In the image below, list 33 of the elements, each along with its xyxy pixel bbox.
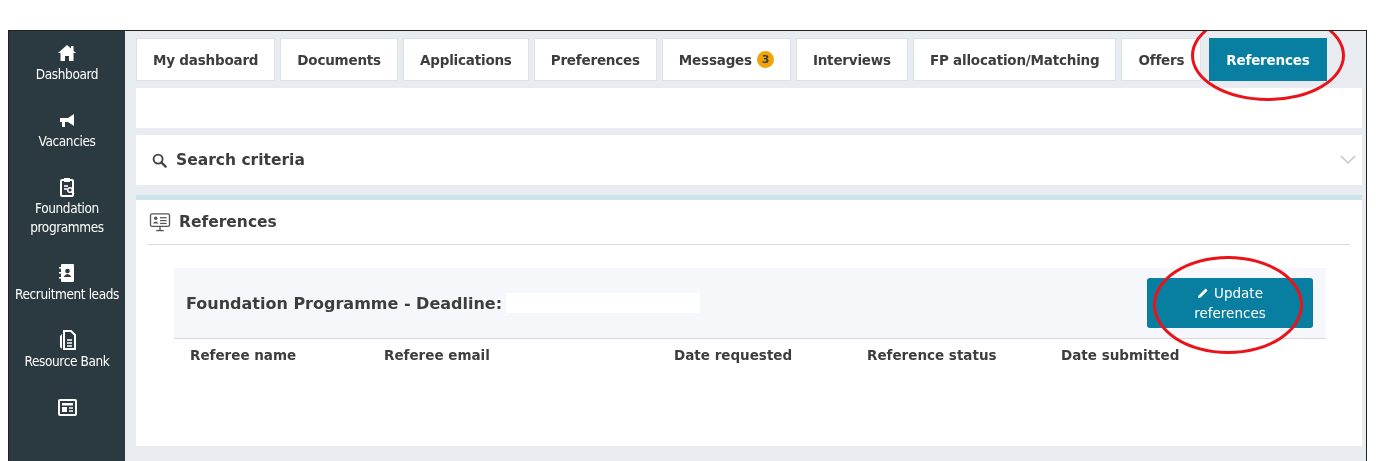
search-panel[interactable]: Search criteria bbox=[136, 135, 1362, 185]
column-header: Date requested bbox=[674, 347, 794, 363]
tab[interactable]: Applications bbox=[402, 38, 529, 81]
document-icon bbox=[57, 330, 77, 350]
pencil-icon bbox=[1197, 287, 1210, 299]
tab[interactable]: Interviews bbox=[795, 38, 908, 81]
column-header: Reference status bbox=[867, 347, 998, 363]
tab[interactable]: Documents bbox=[280, 38, 398, 81]
home-icon bbox=[57, 43, 77, 63]
column-header: Referee name bbox=[190, 347, 298, 363]
update-references-button[interactable]: Update references bbox=[1147, 278, 1313, 328]
column-header: Date submitted bbox=[1061, 347, 1181, 363]
sidebar-item[interactable]: Foundation programmes bbox=[14, 175, 120, 261]
tab[interactable]: FP allocation/Matching bbox=[912, 38, 1117, 81]
column-header: Referee email bbox=[384, 347, 491, 363]
sidebar-item[interactable]: Vacancies bbox=[14, 108, 120, 175]
sidebar-item[interactable]: Resource Bank bbox=[9, 328, 125, 395]
newspaper-icon[interactable] bbox=[57, 397, 77, 417]
sidebar-item[interactable]: Recruitment leads bbox=[14, 261, 120, 328]
tab[interactable]: Offers bbox=[1121, 38, 1202, 81]
panel-title: Search criteria bbox=[176, 151, 305, 169]
tab[interactable]: Messages 3 bbox=[661, 38, 791, 81]
tab[interactable]: References bbox=[1209, 38, 1327, 81]
id-card-monitor-icon bbox=[149, 212, 171, 232]
clipboard-icon bbox=[57, 177, 77, 197]
tab[interactable]: Preferences bbox=[533, 38, 657, 81]
contact-book-icon bbox=[57, 263, 77, 283]
programme-title: Foundation Programme - Deadline: bbox=[186, 293, 503, 313]
tab[interactable]: My dashboard bbox=[136, 38, 276, 81]
count-badge: 3 bbox=[756, 51, 774, 68]
search-icon bbox=[152, 152, 167, 168]
sidebar-item[interactable]: Dashboard bbox=[14, 41, 120, 108]
panel-title: References bbox=[179, 213, 277, 231]
